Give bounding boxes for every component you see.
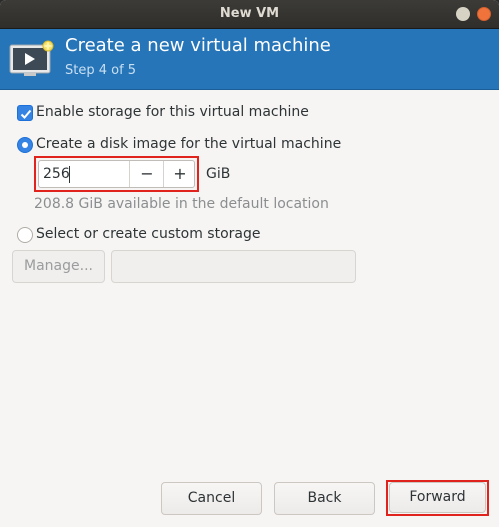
virtual-machine-icon — [9, 40, 54, 76]
custom-storage-radio[interactable] — [17, 227, 33, 243]
titlebar[interactable]: New VM — [0, 0, 499, 29]
wizard-step: Step 4 of 5 — [65, 63, 137, 78]
close-button[interactable] — [477, 7, 491, 21]
cancel-button[interactable]: Cancel — [161, 482, 262, 515]
minimize-button[interactable] — [456, 7, 470, 21]
enable-storage-checkbox[interactable] — [17, 105, 33, 121]
custom-storage-path-field[interactable] — [111, 250, 356, 283]
enable-storage-label[interactable]: Enable storage for this virtual machine — [36, 104, 309, 120]
wizard-title: Create a new virtual machine — [65, 35, 331, 56]
new-vm-window: New VM Create a new virtual machine Step… — [0, 0, 499, 527]
wizard-header: Create a new virtual machine Step 4 of 5 — [0, 29, 499, 90]
available-space-text: 208.8 GiB available in the default locat… — [34, 196, 329, 212]
back-button[interactable]: Back — [274, 482, 375, 515]
manage-button[interactable]: Manage... — [12, 250, 105, 283]
disk-size-highlight — [34, 156, 199, 192]
create-disk-label[interactable]: Create a disk image for the virtual mach… — [36, 136, 341, 152]
disk-size-unit: GiB — [206, 166, 231, 182]
window-title: New VM — [219, 6, 280, 21]
forward-button-highlight — [386, 480, 489, 516]
checkmark-icon — [20, 109, 32, 119]
custom-storage-label[interactable]: Select or create custom storage — [36, 226, 261, 242]
create-disk-radio[interactable] — [17, 137, 33, 153]
